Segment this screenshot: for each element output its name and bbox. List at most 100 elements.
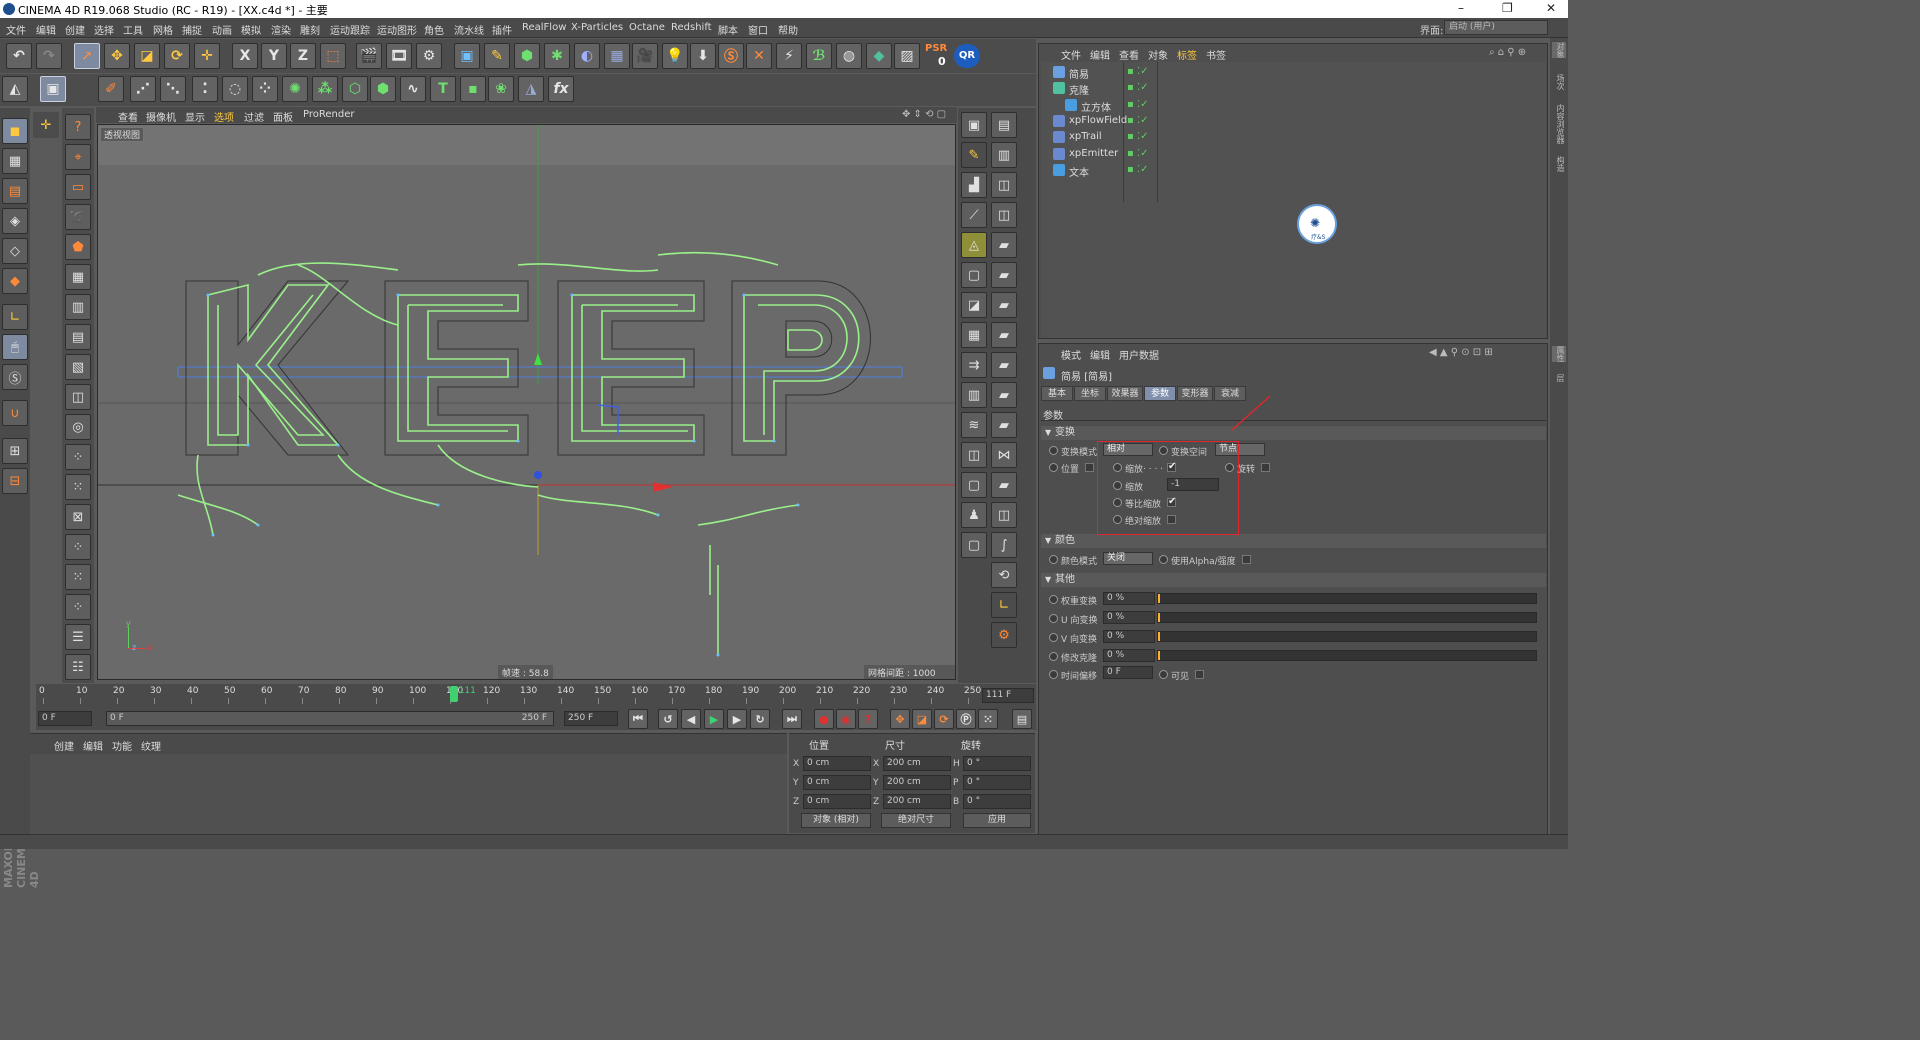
visibility-check-icon[interactable]: ▪ ⁚✓ [1127, 164, 1149, 175]
dots-grid5-icon[interactable]: ⁘ [65, 594, 91, 620]
palette-plane3-icon[interactable]: ▰ [991, 292, 1017, 318]
play-button[interactable]: ▶ [704, 709, 724, 729]
palette-cube5-icon[interactable]: ◫ [961, 442, 987, 468]
palette-plane7-icon[interactable]: ▰ [991, 412, 1017, 438]
position-radio[interactable] [1049, 463, 1058, 472]
next-frame-button[interactable]: ▶ [727, 709, 747, 729]
other-param-slider[interactable] [1157, 612, 1537, 623]
visibility-check-icon[interactable]: ▪ ⁚✓ [1127, 82, 1149, 93]
object-row[interactable]: 文本 ▪ ⁚✓ [1041, 162, 1546, 179]
list2-icon[interactable]: ☷ [65, 654, 91, 680]
3d-plugin-button[interactable]: ℬ [806, 43, 832, 69]
menu-motion-tracking[interactable]: 运动跟踪 [330, 22, 370, 37]
menu-character[interactable]: 角色 [424, 22, 444, 37]
rotation-h-field[interactable]: 0 ° [963, 756, 1031, 771]
magnet-icon[interactable]: ∪ [2, 400, 28, 426]
picture-plugin-button[interactable]: ▨ [894, 43, 920, 69]
palette-cube7-icon[interactable]: ▢ [961, 532, 987, 558]
visible-radio[interactable] [1159, 670, 1168, 679]
perspective-viewport[interactable]: 透视视图 y x z 帧速: 58.8 网格间距: 1000 [97, 124, 956, 680]
palette-plane5-icon[interactable]: ▰ [991, 352, 1017, 378]
download-plugin-button[interactable]: ⬇ [690, 43, 716, 69]
viewport-menu-view[interactable]: 查看 [118, 109, 138, 124]
key-rotation-button[interactable]: ⟳ [934, 709, 954, 729]
viewport-menu-camera[interactable]: 摄像机 [146, 109, 176, 124]
tab-effector[interactable]: 效果器 [1107, 386, 1143, 401]
viewport-menu-filter[interactable]: 过滤 [244, 109, 264, 124]
key-position-button[interactable]: ✥ [890, 709, 910, 729]
model-tool-icon[interactable]: ◼ [2, 118, 28, 144]
other-section-header[interactable]: 其他 [1041, 573, 1546, 587]
om-menu-view[interactable]: 查看 [1119, 47, 1139, 62]
tp-settings-button[interactable]: ✺ [282, 76, 308, 102]
record-button[interactable]: ● [814, 709, 834, 729]
position-y-field[interactable]: 0 cm [803, 775, 871, 790]
render-picture-viewer-button[interactable]: 🎞 [386, 43, 412, 69]
menu-sculpt[interactable]: 雕刻 [300, 22, 320, 37]
visibility-check-icon[interactable]: ▪ ⁚✓ [1127, 148, 1149, 159]
light-button[interactable]: 💡 [662, 43, 688, 69]
menu-create[interactable]: 创建 [65, 22, 85, 37]
palette-cube3-icon[interactable]: ▢ [961, 262, 987, 288]
other-param-field[interactable]: 0 % [1103, 649, 1155, 662]
other-param-slider[interactable] [1157, 631, 1537, 642]
cube-object-button[interactable]: ▣ [454, 43, 480, 69]
color-collapse-icon[interactable]: ▼ [1045, 536, 1051, 545]
axis-mode-icon[interactable]: ∟ [2, 304, 28, 330]
size-y-field[interactable]: 200 cm [883, 775, 951, 790]
workplane-icon[interactable]: ▤ [2, 178, 28, 204]
dots-grid4-icon[interactable]: ⁙ [65, 564, 91, 590]
tp-path-button[interactable]: ∿ [400, 76, 426, 102]
other-param-radio[interactable] [1049, 614, 1058, 623]
palette-cube-icon[interactable]: ▣ [961, 112, 987, 138]
grid-snap2-icon[interactable]: ▥ [65, 294, 91, 320]
palette-stack-icon[interactable]: ≋ [961, 412, 987, 438]
om-menu-bookmarks[interactable]: 书签 [1206, 47, 1226, 62]
keyframe-help-button[interactable]: ? [858, 709, 878, 729]
layout-select[interactable]: 启动 (用户) [1444, 20, 1548, 35]
menu-select[interactable]: 选择 [94, 22, 114, 37]
key-scale-button[interactable]: ◪ [912, 709, 932, 729]
other-param-field[interactable]: 0 % [1103, 592, 1155, 605]
sphere-snap-icon[interactable]: ◎ [65, 414, 91, 440]
palette-line-icon[interactable]: ⟋ [961, 202, 987, 228]
object-row[interactable]: 立方体 ▪ ⁚✓ [1041, 97, 1546, 114]
go-to-end-button[interactable]: ⏭ [782, 709, 802, 729]
object-row[interactable]: xpFlowField ▪ ⁚✓ [1041, 113, 1546, 129]
mat-menu-edit[interactable]: 编辑 [83, 738, 103, 753]
side-tab-objects[interactable]: 对象 [1552, 42, 1566, 58]
time-offset-radio[interactable] [1049, 670, 1058, 679]
viewport-menu-display[interactable]: 显示 [185, 109, 205, 124]
menu-realflow[interactable]: RealFlow [522, 22, 566, 33]
viewport-layout-button[interactable]: ▣ [40, 76, 66, 102]
palette-grid-icon[interactable]: ▦ [961, 322, 987, 348]
palette-plane-icon[interactable]: ▰ [991, 232, 1017, 258]
texture-mode-icon[interactable]: ▦ [2, 148, 28, 174]
palette-box3-icon[interactable]: ◫ [991, 502, 1017, 528]
snap-icon[interactable]: Ⓢ [2, 364, 28, 390]
auto-key-button[interactable]: ◉ [836, 709, 856, 729]
lock-workplane-icon[interactable]: ⊞ [2, 438, 28, 464]
viewport-menu-options[interactable]: 选项 [214, 109, 234, 124]
palette-figure-icon[interactable]: ♟ [961, 502, 987, 528]
polygon-select-icon[interactable]: ⬟ [65, 234, 91, 260]
palette-stairs-icon[interactable]: ▟ [961, 172, 987, 198]
edge-mode-button[interactable]: ◌ [222, 76, 248, 102]
point-mode-button[interactable]: ⁚ [192, 76, 218, 102]
points-mode-icon[interactable]: ◈ [2, 208, 28, 234]
color-mode-dropdown[interactable]: 关闭 [1103, 552, 1153, 565]
side-tab-content-browser[interactable]: 内容浏览器 [1552, 104, 1566, 144]
object-row[interactable]: 克隆 ▪ ⁚✓ [1041, 80, 1546, 97]
other-param-radio[interactable] [1049, 652, 1058, 661]
cube-snap-icon[interactable]: ◫ [65, 384, 91, 410]
spline-select-button[interactable]: ⋰ [130, 76, 156, 102]
lasso-select-icon[interactable]: ➰ [65, 204, 91, 230]
menu-mesh[interactable]: 网格 [153, 22, 173, 37]
playhead[interactable] [449, 686, 458, 702]
position-checkbox[interactable] [1085, 463, 1094, 472]
sphere-plugin-button[interactable]: ◍ [836, 43, 862, 69]
side-tab-layers[interactable]: 层 [1552, 374, 1566, 382]
color-section-header[interactable]: 颜色 [1041, 534, 1546, 548]
brush-tool-button[interactable]: ✐ [98, 76, 124, 102]
menu-file[interactable]: 文件 [6, 22, 26, 37]
